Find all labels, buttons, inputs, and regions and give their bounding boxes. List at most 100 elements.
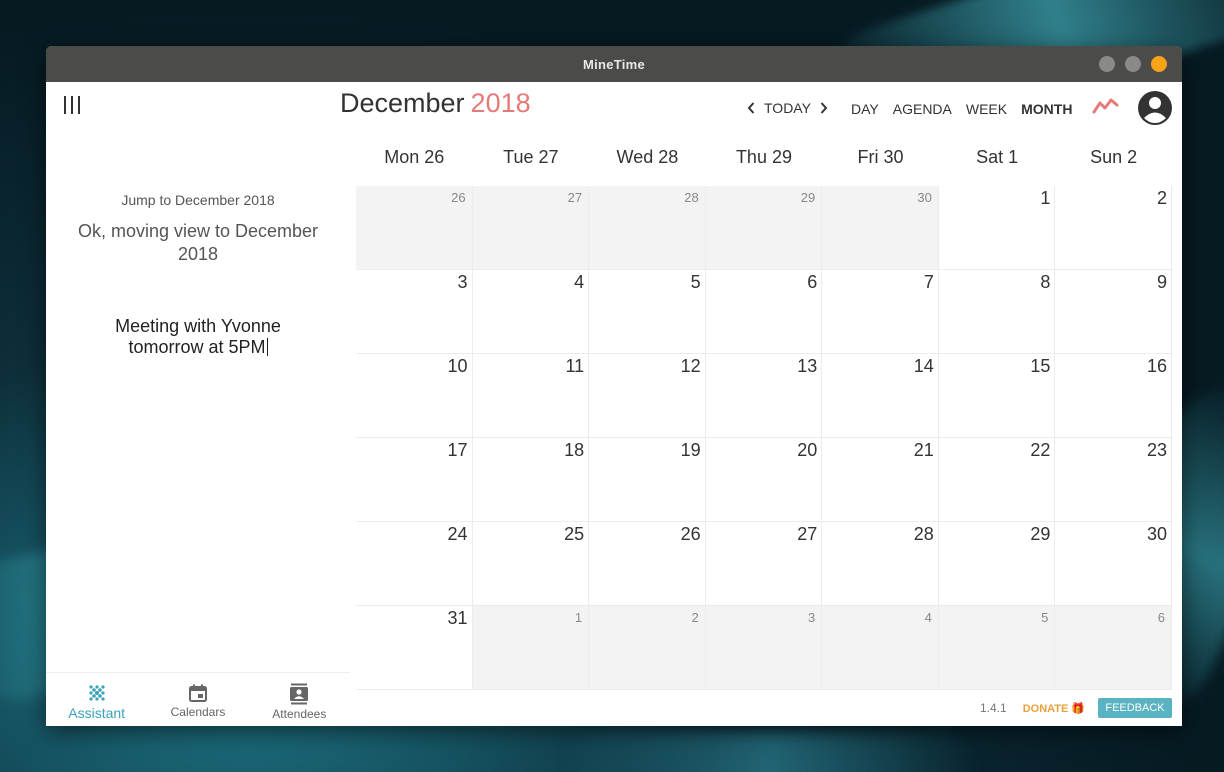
- day-number: 3: [808, 610, 816, 625]
- desktop-glow: [560, 730, 980, 772]
- day-cell[interactable]: 16: [1055, 354, 1172, 438]
- day-cell[interactable]: 1: [472, 606, 590, 690]
- day-number: 28: [913, 524, 934, 544]
- day-number: 1: [574, 610, 583, 625]
- day-cell[interactable]: 20: [705, 438, 823, 522]
- day-number: 5: [690, 272, 701, 292]
- day-number: 20: [797, 440, 818, 460]
- day-cell[interactable]: 4: [472, 270, 590, 354]
- assistant-input[interactable]: Meeting with Yvonne tomorrow at 5PM: [76, 316, 320, 358]
- day-number: 8: [1040, 272, 1051, 292]
- day-number: 2: [1156, 188, 1167, 208]
- day-cell[interactable]: 9: [1055, 270, 1172, 354]
- maximize-button[interactable]: [1125, 56, 1141, 72]
- view-agenda[interactable]: AGENDA: [893, 101, 952, 117]
- day-cell[interactable]: 23: [1055, 438, 1172, 522]
- day-number: 13: [797, 356, 818, 376]
- day-cell[interactable]: 19: [589, 438, 706, 522]
- day-number: 12: [680, 356, 701, 376]
- day-cell[interactable]: 17: [356, 438, 473, 522]
- feedback-button[interactable]: FEEDBACK: [1098, 698, 1172, 718]
- day-number: 4: [924, 610, 932, 625]
- today-button[interactable]: TODAY: [764, 100, 811, 116]
- day-number: 22: [1030, 440, 1051, 460]
- day-cell[interactable]: 3: [705, 606, 823, 690]
- day-cell[interactable]: 30: [1055, 522, 1172, 606]
- minimize-button[interactable]: [1099, 56, 1115, 72]
- day-cell[interactable]: 10: [356, 354, 473, 438]
- view-day[interactable]: DAY: [851, 101, 879, 117]
- title-bar[interactable]: MineTime: [46, 46, 1182, 82]
- day-cell[interactable]: 22: [938, 438, 1056, 522]
- day-number: 23: [1146, 440, 1167, 460]
- day-number: 16: [1146, 356, 1167, 376]
- day-cell[interactable]: 29: [938, 522, 1056, 606]
- footer: 1.4.1 DONATE 🎁 FEEDBACK: [966, 696, 1176, 720]
- donate-link[interactable]: DONATE 🎁: [1023, 702, 1085, 715]
- day-number: 1: [1040, 188, 1051, 208]
- day-cell[interactable]: 18: [472, 438, 590, 522]
- day-cell[interactable]: 5: [938, 606, 1056, 690]
- day-cell[interactable]: 31: [356, 606, 473, 690]
- day-cell[interactable]: 11: [472, 354, 590, 438]
- day-cell[interactable]: 25: [472, 522, 590, 606]
- view-month[interactable]: MONTH: [1021, 101, 1072, 117]
- day-cell[interactable]: 27: [472, 186, 590, 270]
- day-cell[interactable]: 1: [938, 186, 1056, 270]
- account-icon[interactable]: [1137, 90, 1173, 126]
- day-number: 17: [447, 440, 468, 460]
- weekday-label: Wed 28: [616, 147, 679, 167]
- day-cell[interactable]: 15: [938, 354, 1056, 438]
- day-cell[interactable]: 13: [705, 354, 823, 438]
- day-cell[interactable]: 30: [822, 186, 939, 270]
- day-number: 30: [917, 190, 932, 205]
- nav-assistant-label: Assistant: [68, 705, 126, 721]
- version-label: 1.4.1: [980, 701, 1007, 715]
- day-number: 6: [807, 272, 818, 292]
- day-number: 6: [1157, 610, 1165, 625]
- app-window: MineTime Jump to December 2018 Ok, movin…: [46, 46, 1182, 726]
- day-cell[interactable]: 14: [822, 354, 939, 438]
- view-week[interactable]: WEEK: [966, 101, 1007, 117]
- day-cell[interactable]: 4: [822, 606, 939, 690]
- day-number: 25: [564, 524, 585, 544]
- day-cell[interactable]: 26: [589, 522, 706, 606]
- contacts-icon: [290, 683, 309, 705]
- day-number: 11: [565, 356, 585, 376]
- window-title: MineTime: [582, 56, 646, 72]
- day-number: 10: [447, 356, 468, 376]
- day-cell[interactable]: 28: [822, 522, 939, 606]
- day-cell[interactable]: 3: [356, 270, 473, 354]
- close-button[interactable]: [1151, 56, 1167, 72]
- chevron-left-icon[interactable]: [746, 101, 756, 115]
- day-cell[interactable]: 7: [822, 270, 939, 354]
- day-cell[interactable]: 24: [356, 522, 473, 606]
- day-cell[interactable]: 2: [589, 606, 706, 690]
- nav-calendars[interactable]: Calendars: [147, 673, 248, 726]
- day-cell[interactable]: 27: [705, 522, 823, 606]
- day-cell[interactable]: 21: [822, 438, 939, 522]
- day-cell[interactable]: 8: [938, 270, 1056, 354]
- day-number: 7: [923, 272, 934, 292]
- day-cell[interactable]: 6: [1055, 606, 1172, 690]
- nav-attendees[interactable]: Attendees: [249, 673, 350, 726]
- menu-icon[interactable]: [64, 96, 80, 116]
- day-number: 4: [574, 272, 585, 292]
- nav-assistant[interactable]: Assistant: [46, 673, 147, 726]
- day-number: 29: [1030, 524, 1051, 544]
- assistant-reply: Ok, moving view to December 2018: [77, 221, 319, 264]
- day-cell[interactable]: 2: [1055, 186, 1172, 270]
- year-label: 2018: [470, 88, 531, 118]
- day-cell[interactable]: 12: [589, 354, 706, 438]
- trending-icon[interactable]: [1092, 94, 1120, 116]
- app-body: Jump to December 2018 Ok, moving view to…: [46, 82, 1182, 726]
- day-cell[interactable]: 5: [589, 270, 706, 354]
- day-cell[interactable]: 29: [705, 186, 823, 270]
- nav-attendees-label: Attendees: [272, 707, 327, 721]
- weekday-label: Tue 27: [503, 147, 559, 167]
- day-cell[interactable]: 28: [589, 186, 706, 270]
- day-cell[interactable]: 26: [356, 186, 473, 270]
- text-caret: [266, 338, 268, 356]
- chevron-right-icon[interactable]: [819, 101, 829, 115]
- day-cell[interactable]: 6: [705, 270, 823, 354]
